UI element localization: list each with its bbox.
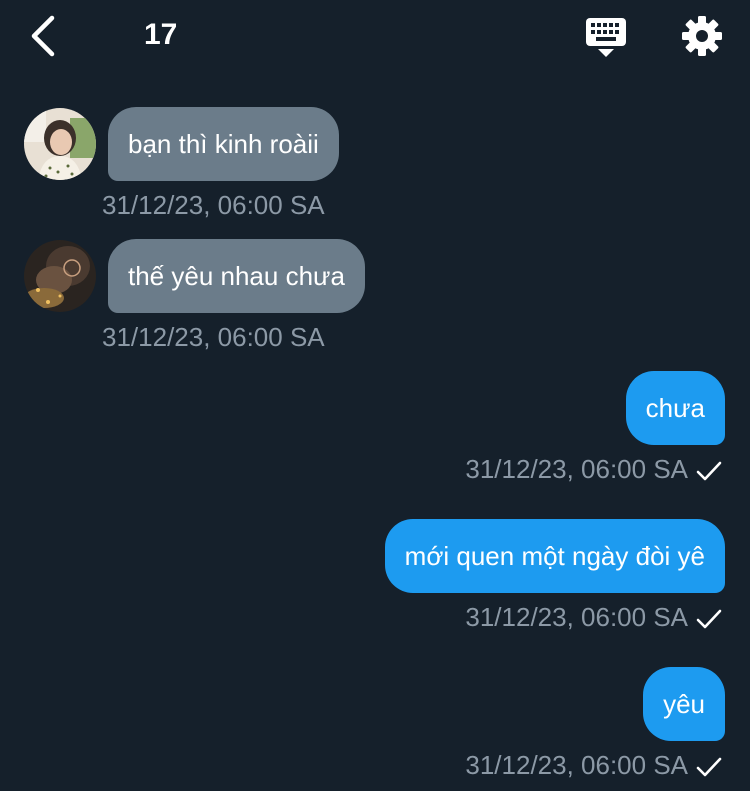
avatar[interactable] (24, 240, 96, 312)
keyboard-button[interactable] (584, 16, 628, 58)
conversation-title: 17 (144, 18, 178, 51)
back-button[interactable] (22, 12, 66, 60)
message-timestamp: 31/12/23, 06:00 SA (465, 602, 688, 632)
avatar[interactable] (24, 108, 96, 180)
message-bubble-outgoing[interactable]: mới quen một ngày đòi yê (384, 519, 725, 593)
chat-screen: 17 bạn thì kinh roàii 31/12/23, 06:00 SA… (0, 0, 750, 791)
check-icon (696, 609, 722, 629)
check-icon (696, 757, 722, 777)
settings-button[interactable] (680, 14, 724, 58)
message-bubble-incoming[interactable]: thế yêu nhau chưa (108, 239, 365, 313)
message-bubble-incoming[interactable]: bạn thì kinh roàii (108, 107, 339, 181)
avatar-photo (24, 108, 96, 180)
message-timestamp: 31/12/23, 06:00 SA (102, 190, 325, 220)
avatar-photo (24, 240, 96, 312)
message-bubble-outgoing[interactable]: chưa (625, 371, 725, 445)
keyboard-icon (586, 18, 626, 57)
chevron-left-icon (31, 15, 55, 57)
message-timestamp: 31/12/23, 06:00 SA (465, 750, 688, 780)
check-icon (696, 461, 722, 481)
message-bubble-outgoing[interactable]: yêu (643, 667, 725, 741)
gear-icon (682, 16, 722, 56)
message-timestamp: 31/12/23, 06:00 SA (465, 454, 688, 484)
message-timestamp: 31/12/23, 06:00 SA (102, 322, 325, 352)
